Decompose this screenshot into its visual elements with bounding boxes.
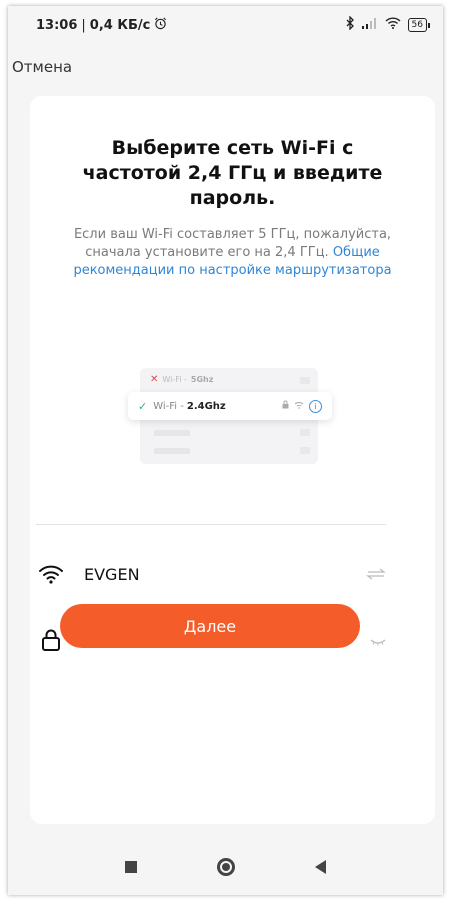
- status-left: 13:06 | 0,4 КБ/с: [36, 17, 167, 34]
- network-speed: 0,4 КБ/с: [89, 17, 151, 33]
- alarm-icon: [154, 17, 167, 34]
- lock-icon: [282, 400, 289, 412]
- wifi-setup-card: Выберите сеть Wi-Fi с частотой 2,4 ГГц и…: [30, 96, 435, 824]
- illustration-row2-prefix: Wi-Fi -: [153, 400, 184, 412]
- status-bar: 13:06 | 0,4 КБ/с 56: [8, 6, 443, 44]
- status-separator: |: [81, 17, 86, 33]
- info-icon: i: [309, 399, 322, 413]
- switch-network-icon[interactable]: [366, 565, 386, 584]
- phone-screen: 13:06 | 0,4 КБ/с 56 Отмена Выберите сеть…: [8, 6, 443, 895]
- illustration-placeholder: [154, 448, 190, 454]
- illustration-row-24ghz: ✓ Wi-Fi - 2.4Ghz i: [128, 392, 332, 420]
- signal-icon: [361, 17, 378, 33]
- page-title: Выберите сеть Wi-Fi с частотой 2,4 ГГц и…: [82, 137, 383, 209]
- illustration-icons: i: [282, 399, 322, 413]
- wifi-ssid-field[interactable]: EVGEN: [36, 554, 386, 594]
- cross-icon: ✕: [150, 374, 159, 385]
- wifi-band-illustration: ✕ Wi-Fi - 5Ghz ✓ Wi-Fi - 2.4Ghz i: [128, 368, 338, 468]
- illustration-row1-band: 5Ghz: [190, 375, 214, 384]
- description: Если ваш Wi-Fi составляет 5 ГГц, пожалуй…: [60, 226, 405, 280]
- status-right: 56: [346, 15, 431, 34]
- home-button[interactable]: [217, 858, 235, 876]
- wifi-icon: [36, 562, 66, 586]
- illustration-placeholder: [154, 430, 190, 436]
- next-button[interactable]: Далее: [60, 604, 360, 648]
- system-nav-bar: [8, 839, 443, 895]
- illustration-row-5ghz: ✕ Wi-Fi - 5Ghz: [150, 374, 213, 385]
- cancel-button[interactable]: Отмена: [12, 58, 72, 76]
- status-time: 13:06: [36, 17, 78, 33]
- illustration-placeholder: [300, 447, 310, 454]
- illustration-row1-prefix: Wi-Fi -: [162, 375, 187, 384]
- ssid-value: EVGEN: [84, 564, 140, 584]
- show-password-icon[interactable]: [370, 631, 386, 650]
- battery-icon: 56: [407, 18, 431, 32]
- back-button[interactable]: [315, 860, 326, 874]
- bluetooth-icon: [346, 15, 355, 34]
- illustration-placeholder: [300, 429, 310, 436]
- recents-button[interactable]: [125, 861, 137, 873]
- wifi-status-icon: [385, 17, 401, 33]
- check-icon: ✓: [138, 399, 148, 413]
- wifi-icon: [294, 401, 304, 412]
- illustration-placeholder: [300, 377, 310, 384]
- field-divider: [36, 524, 386, 525]
- illustration-row2-band: 2.4Ghz: [186, 400, 226, 412]
